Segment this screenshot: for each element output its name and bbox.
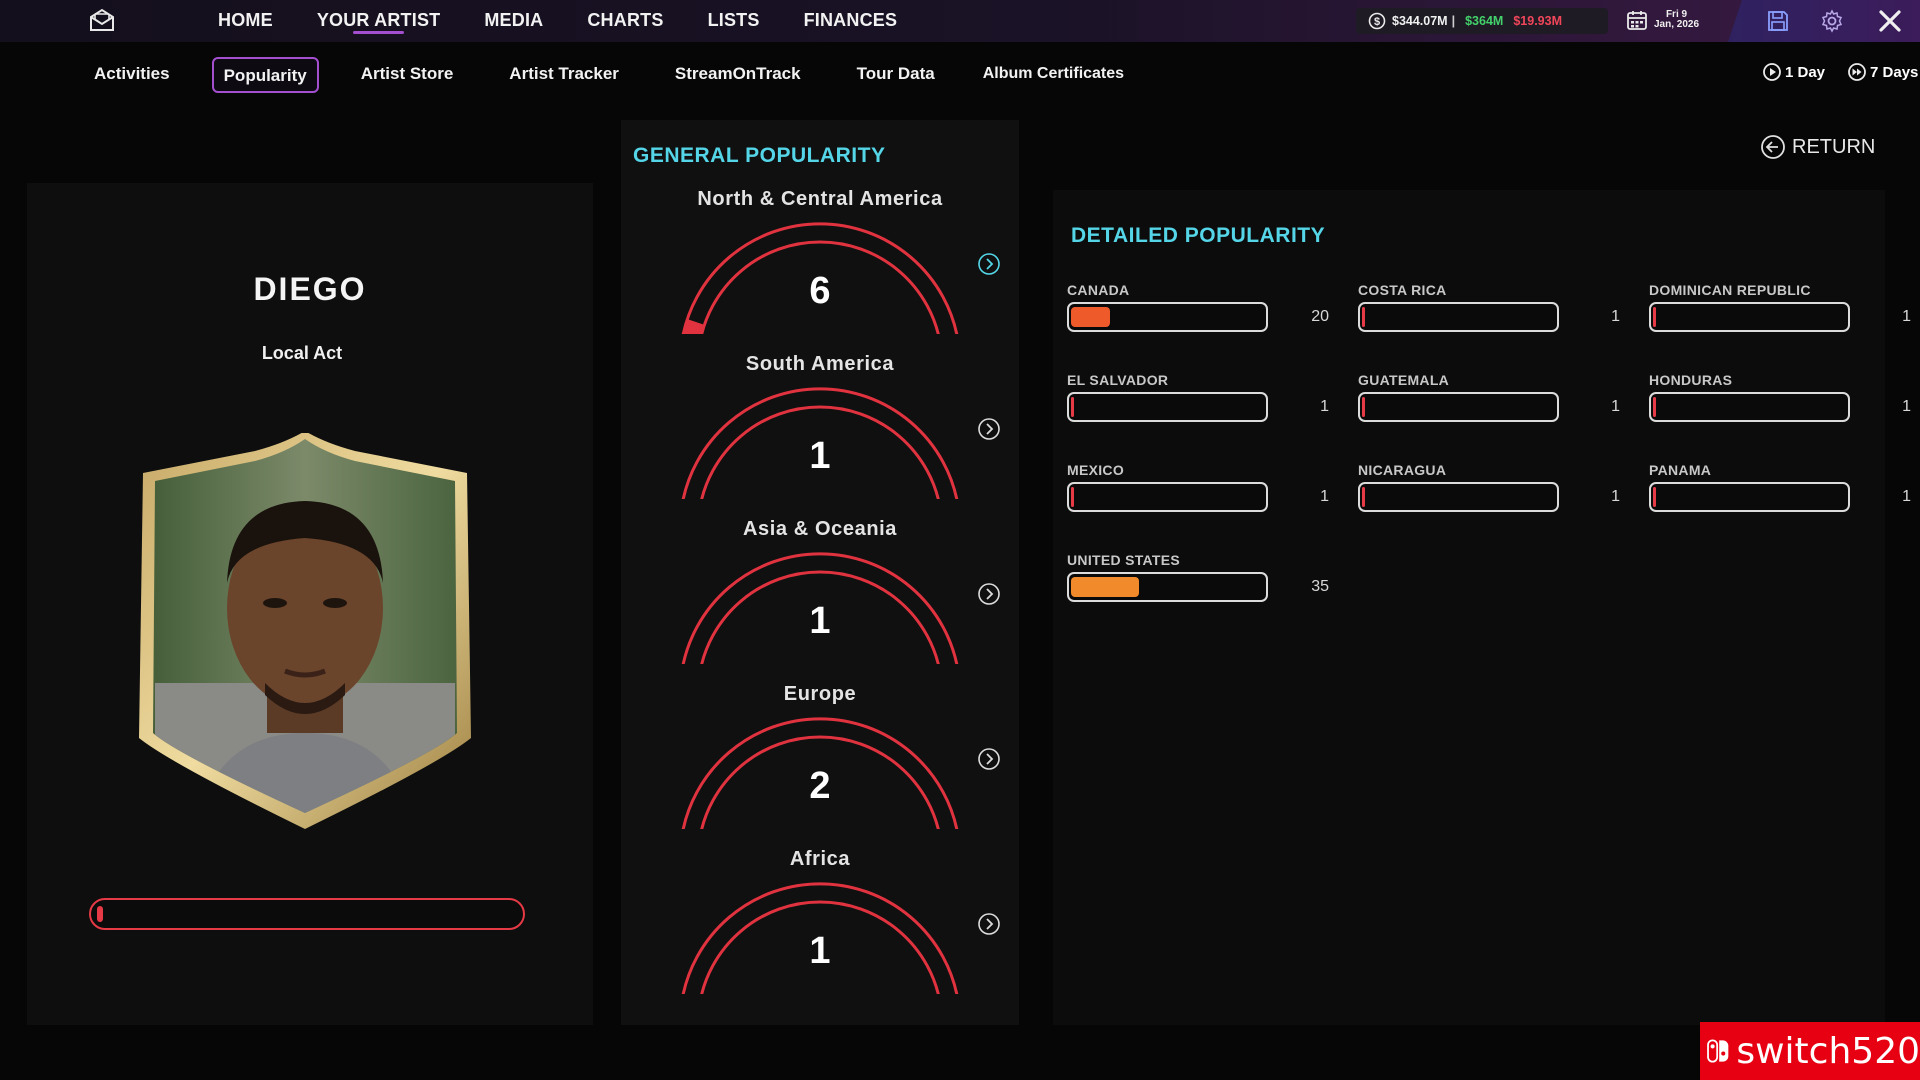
advance-1-day-button[interactable]: 1 Day: [1762, 62, 1825, 82]
region-name: Europe: [783, 683, 857, 705]
artist-progress-bar: [89, 898, 525, 930]
nav-media[interactable]: MEDIA: [484, 0, 543, 42]
fast-forward-icon: [1848, 63, 1866, 81]
region-value: 1: [809, 930, 831, 972]
gear-icon[interactable]: [1820, 9, 1844, 33]
sub-nav: Activities Popularity Artist Store Artis…: [94, 56, 1124, 94]
country-item: PANAMA 1: [1635, 370, 1920, 512]
artist-panel: DIEGO Local Act: [27, 183, 593, 1025]
time-advance-controls: 1 Day 7 Days: [1762, 62, 1920, 82]
nav-charts[interactable]: CHARTS: [587, 0, 663, 42]
nav-lists[interactable]: LISTS: [708, 0, 760, 42]
country-item: UNITED STATES 35: [1053, 460, 1343, 602]
country-item: CANADA 20: [1053, 190, 1343, 332]
region-detail-arrow-icon[interactable]: [977, 912, 1001, 936]
region-detail-arrow-icon[interactable]: [977, 747, 1001, 771]
country-item: DOMINICAN REPUBLIC 1: [1635, 190, 1920, 332]
region-gauge: South America 1: [621, 353, 1019, 519]
money-display: $ $344.07M | $364M $19.93M: [1356, 8, 1608, 34]
country-value: 1: [1902, 488, 1911, 505]
country-item: GUATEMALA 1: [1344, 280, 1634, 422]
region-gauge: Europe 2: [621, 683, 1019, 849]
country-item: COSTA RICA 1: [1344, 190, 1634, 332]
tab-artist-store[interactable]: Artist Store: [361, 57, 454, 93]
save-icon[interactable]: [1766, 9, 1790, 33]
watermark-badge: switch520: [1700, 1022, 1920, 1080]
top-bar: HOME YOUR ARTIST MEDIA CHARTS LISTS FINA…: [0, 0, 1920, 42]
country-value: 35: [1311, 578, 1329, 595]
return-button[interactable]: RETURN: [1760, 134, 1875, 160]
advance-1-day-label: 1 Day: [1785, 63, 1826, 81]
date-month-year: Jan, 2026: [1654, 19, 1700, 30]
money-expense: $19.93M: [1513, 14, 1562, 28]
country-popularity-fill: [1071, 577, 1139, 597]
general-popularity-title: GENERAL POPULARITY: [633, 144, 886, 167]
region-detail-arrow-icon[interactable]: [977, 417, 1001, 441]
artist-progress-fill: [97, 906, 103, 922]
tab-artist-tracker[interactable]: Artist Tracker: [509, 57, 619, 93]
nav-your-artist[interactable]: YOUR ARTIST: [317, 0, 441, 42]
artist-portrait: [139, 433, 471, 829]
region-name: North & Central America: [697, 188, 943, 210]
region-gauge: Africa 1: [621, 848, 1019, 1014]
country-item: EL SALVADOR 1: [1053, 280, 1343, 422]
country-value: 1: [1611, 488, 1620, 505]
region-name: South America: [745, 353, 895, 375]
play-icon: [1763, 63, 1781, 81]
detailed-popularity-panel: DETAILED POPULARITY CANADA 20 COSTA RICA 1 D…: [1053, 190, 1911, 1025]
main-nav: HOME YOUR ARTIST MEDIA CHARTS LISTS FINA…: [218, 0, 941, 42]
country-name: UNITED STATES: [1067, 552, 1181, 568]
switch-logo-icon: [1707, 1039, 1729, 1063]
mail-icon[interactable]: [88, 8, 116, 32]
general-popularity-panel: GENERAL POPULARITY North & Central Ameri…: [621, 120, 1019, 1025]
svg-text:$: $: [1374, 16, 1380, 28]
country-name: PANAMA: [1649, 462, 1712, 478]
tab-streamontrack[interactable]: StreamOnTrack: [675, 57, 801, 93]
region-value: 2: [809, 765, 831, 807]
region-value: 1: [809, 600, 831, 642]
country-item: HONDURAS 1: [1635, 280, 1920, 422]
close-icon[interactable]: [1878, 9, 1902, 33]
advance-7-days-label: 7 Days: [1870, 63, 1919, 81]
money-total: $344.07M: [1392, 14, 1448, 28]
country-item: MEXICO 1: [1053, 370, 1343, 512]
tab-popularity[interactable]: Popularity: [211, 57, 319, 93]
coin-icon: $: [1368, 12, 1386, 30]
region-name: Asia & Oceania: [742, 518, 898, 540]
region-gauge: North & Central America 6: [621, 188, 1019, 354]
return-label: RETURN: [1792, 135, 1876, 158]
region-detail-arrow-icon[interactable]: [977, 582, 1001, 606]
money-income: $364M: [1465, 14, 1504, 28]
region-name: Africa: [789, 848, 851, 870]
region-value: 1: [809, 435, 831, 477]
artist-tier: Local Act: [261, 343, 343, 363]
region-gauge: Asia & Oceania 1: [621, 518, 1019, 684]
calendar-icon: [1627, 11, 1647, 30]
advance-7-days-button[interactable]: 7 Days: [1847, 62, 1918, 82]
nav-home[interactable]: HOME: [218, 0, 273, 42]
tab-album-certificates[interactable]: Album Certificates: [983, 57, 1124, 93]
country-item: NICARAGUA 1: [1344, 370, 1634, 512]
country-popularity-bar: [1649, 482, 1850, 512]
watermark-text: switch520: [1736, 1030, 1920, 1072]
date-display: Fri 9 Jan, 2026: [1626, 9, 1699, 31]
country-popularity-fill: [1653, 487, 1656, 507]
artist-name: DIEGO: [253, 271, 367, 307]
system-icons: [1728, 0, 1920, 42]
back-arrow-icon: [1761, 135, 1785, 159]
country-popularity-fill: [1362, 487, 1365, 507]
money-separator: |: [1451, 14, 1456, 28]
tab-tour-data[interactable]: Tour Data: [857, 57, 935, 93]
country-popularity-bar: [1358, 482, 1559, 512]
country-popularity-bar: [1067, 572, 1268, 602]
region-detail-arrow-icon[interactable]: [977, 252, 1001, 276]
region-value: 6: [809, 270, 831, 312]
nav-finances[interactable]: FINANCES: [804, 0, 898, 42]
tab-activities[interactable]: Activities: [94, 57, 170, 93]
country-name: NICARAGUA: [1358, 462, 1447, 478]
